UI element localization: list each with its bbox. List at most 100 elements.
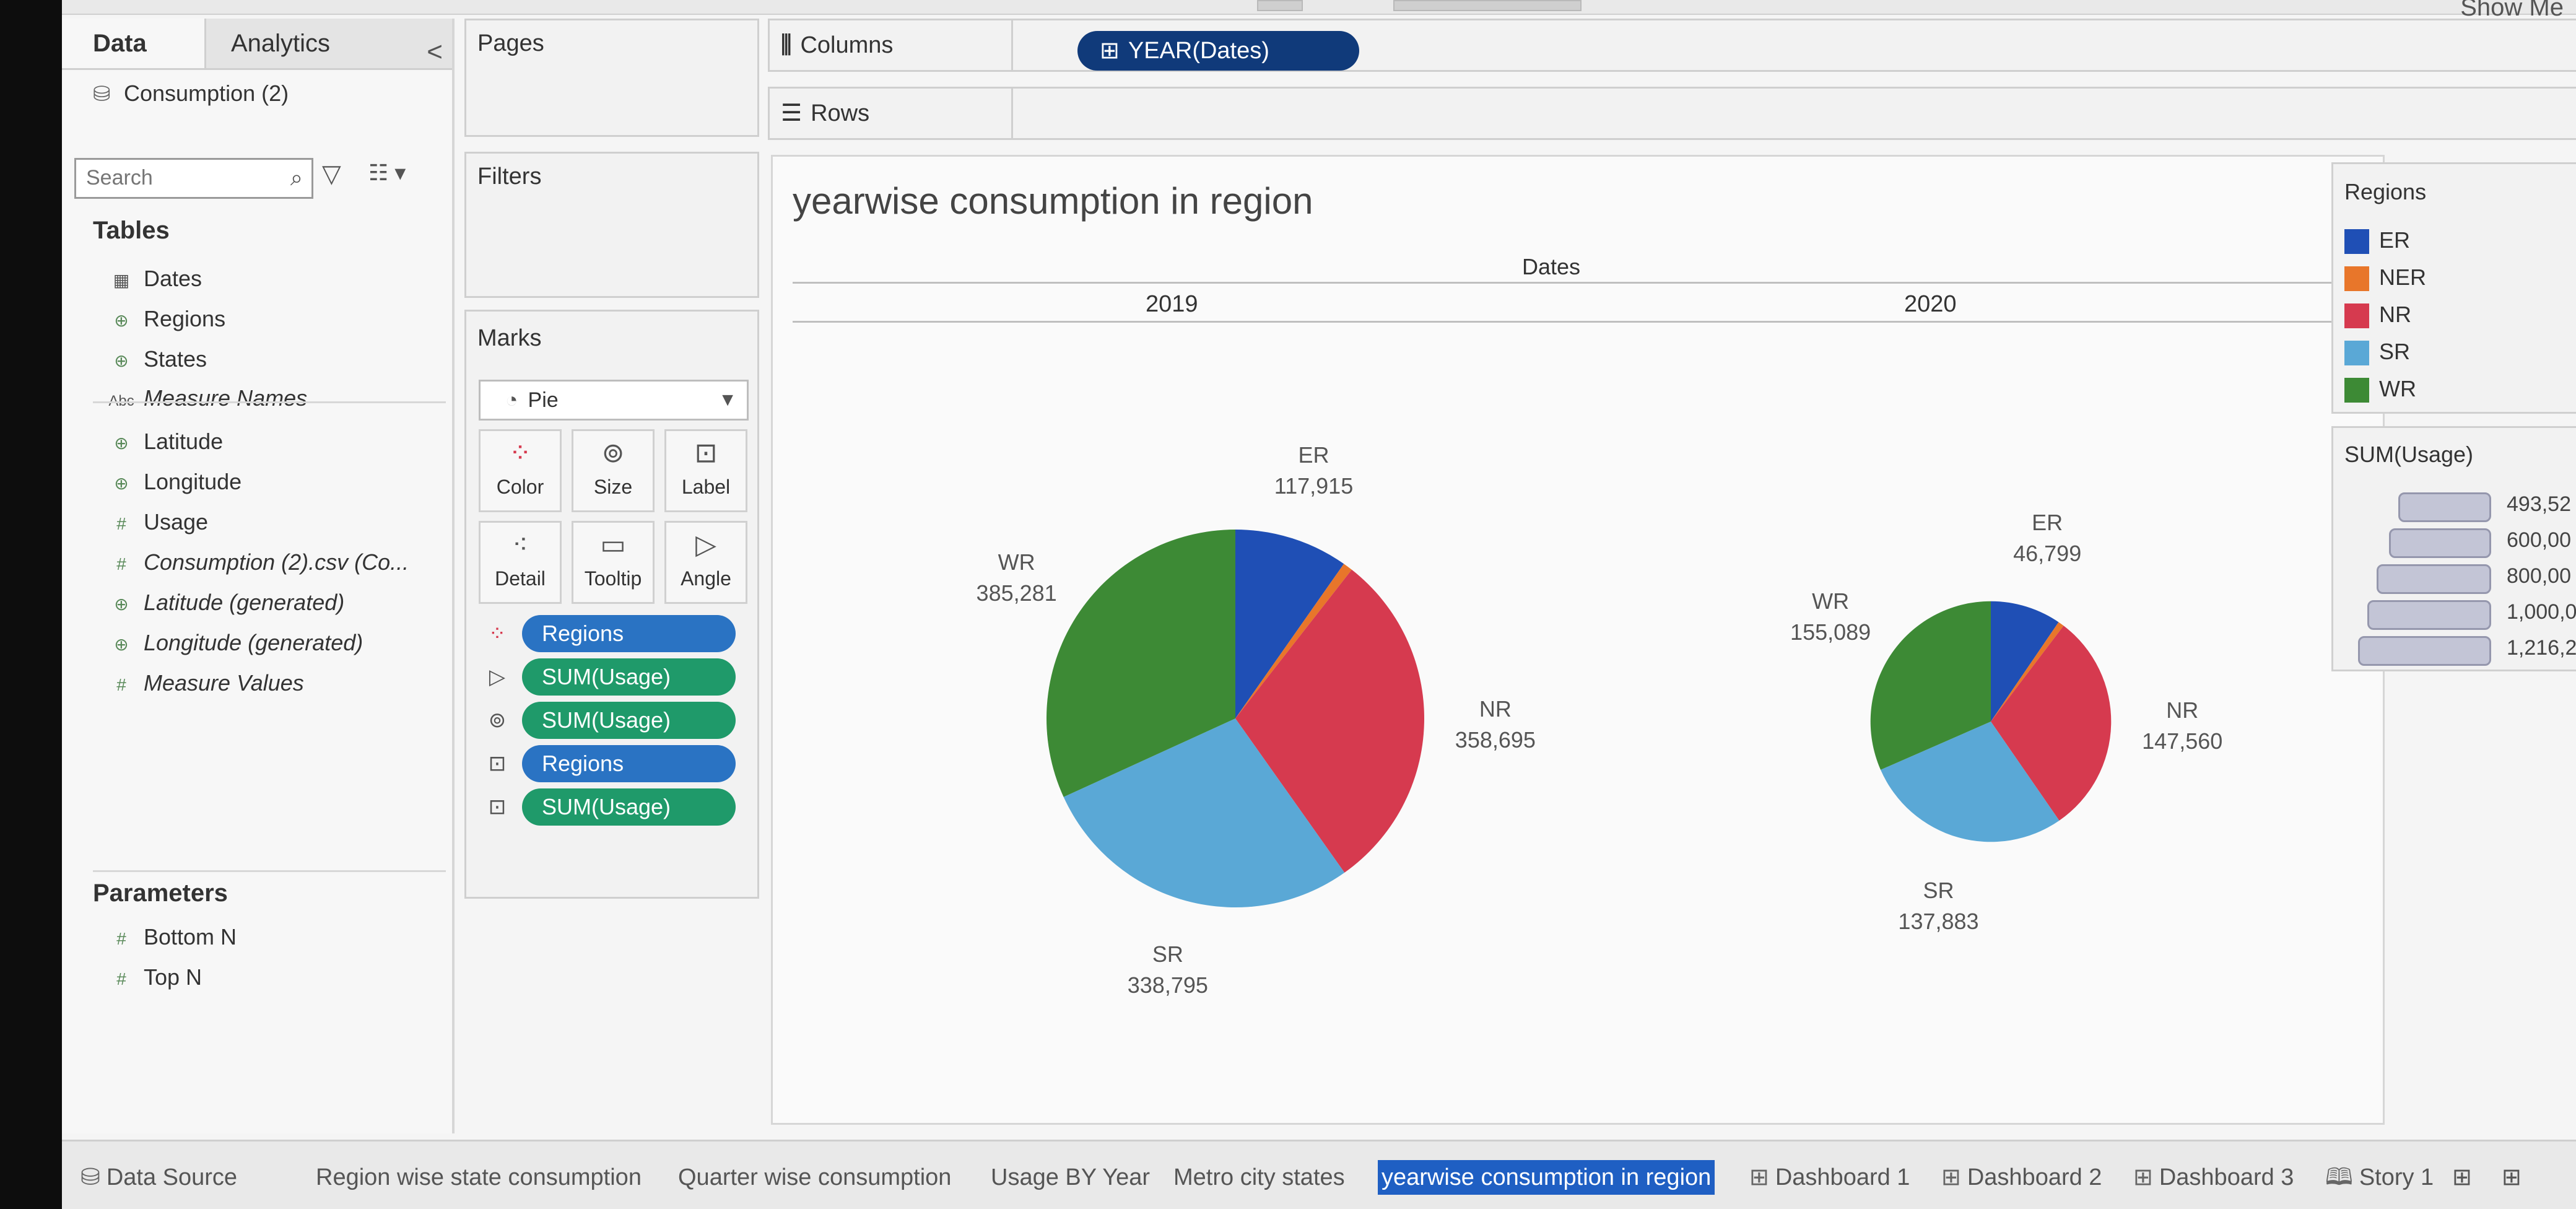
expand-icon: ⊞ xyxy=(1100,38,1120,64)
collapse-pane-icon[interactable]: < xyxy=(427,27,443,77)
field-item[interactable]: ▦ Dates xyxy=(99,261,202,296)
slice-label-2019-sr: SR 338,795 xyxy=(1106,939,1230,1001)
view-options-icon[interactable]: ☷ ▾ xyxy=(368,160,406,186)
slice-label-2020-nr: NR 147,560 xyxy=(2120,695,2244,757)
column-header-dates: Dates xyxy=(1522,254,1581,279)
detail-button-label: Detail xyxy=(495,567,546,590)
size-legend[interactable]: SUM(Usage) 493,52 600,00 800,00 1,000,00 1,2… xyxy=(2331,426,2576,671)
size-legend-item: 600,00 xyxy=(2352,526,2576,561)
legend-item-nr[interactable]: NR xyxy=(2344,297,2411,332)
slice-label-value: 137,883 xyxy=(1898,908,1979,934)
search-box[interactable]: ⌕ xyxy=(74,158,313,199)
shelf-divider xyxy=(1011,20,1013,70)
slice-label-value: 46,799 xyxy=(2013,541,2082,567)
sheet-tab[interactable]: Usage BY Year xyxy=(991,1160,1150,1195)
tab-analytics[interactable]: Analytics < xyxy=(204,19,452,68)
sheet-tab[interactable]: ⊞ Dashboard 1 xyxy=(1749,1160,1910,1195)
hash-icon: # xyxy=(116,929,126,948)
new-worksheet-icon[interactable]: ⊞ xyxy=(2452,1160,2472,1195)
search-icon: ⌕ xyxy=(290,165,303,190)
color-legend[interactable]: Regions ER NER NR SR WR xyxy=(2331,162,2576,414)
field-item[interactable]: AbcMeasure Names xyxy=(99,381,307,416)
field-label: Consumption (2).csv (Co... xyxy=(144,549,409,575)
size-legend-title: SUM(Usage) xyxy=(2344,442,2474,467)
legend-swatch xyxy=(2344,266,2369,292)
slice-label-region: NR xyxy=(2166,697,2199,723)
color-icon: ⁘ xyxy=(488,622,507,645)
toolbar-dropdown[interactable] xyxy=(1393,0,1582,11)
legend-item-er[interactable]: ER xyxy=(2344,223,2410,258)
sheet-tab[interactable]: 🕮 Story 1 xyxy=(2325,1160,2434,1195)
search-input[interactable] xyxy=(76,160,282,196)
size-legend-value: 493,52 xyxy=(2507,492,2571,516)
pages-card[interactable]: Pages xyxy=(464,19,759,137)
columns-icon: ⫼ xyxy=(781,32,792,58)
field-item[interactable]: # Measure Values xyxy=(99,666,304,701)
sheet-tab[interactable]: ⊞ Dashboard 2 xyxy=(1941,1160,2102,1195)
field-item[interactable]: ⊕ Longitude (generated) xyxy=(99,626,363,660)
sheet-tab[interactable]: yearwise consumption in region xyxy=(1378,1160,1715,1195)
header-line xyxy=(793,321,2378,323)
slice-label-value: 338,795 xyxy=(1127,972,1208,998)
legend-label: NER xyxy=(2379,264,2427,290)
field-label: Longitude (generated) xyxy=(144,630,363,655)
size-legend-value: 800,00 xyxy=(2507,564,2571,588)
field-label: Regions xyxy=(144,306,226,331)
slice-label-2019-wr: WR 385,281 xyxy=(955,547,1079,609)
rows-shelf[interactable]: ☰ Rows xyxy=(768,87,2576,140)
sheet-tab[interactable]: ⊞ Dashboard 3 xyxy=(2133,1160,2294,1195)
size-legend-value: 1,216,20 xyxy=(2507,636,2576,660)
dashboard-icon: ⊞ xyxy=(1749,1164,1769,1190)
parameter-item[interactable]: # Top N xyxy=(99,960,202,995)
legend-item-sr[interactable]: SR xyxy=(2344,334,2410,369)
field-item[interactable]: ⊕ Latitude (generated) xyxy=(99,585,344,620)
field-item[interactable]: ⊕ Latitude xyxy=(99,424,223,459)
field-item[interactable]: # Consumption (2).csv (Co... xyxy=(99,545,409,580)
year-dates-pill[interactable]: ⊞ YEAR(Dates) xyxy=(1077,31,1359,71)
new-dashboard-icon[interactable]: ⊞ xyxy=(2502,1160,2522,1195)
sheet-tab-label: yearwise consumption in region xyxy=(1382,1164,1712,1190)
sheet-tab-label: Data Source xyxy=(106,1164,238,1190)
pie-icon: ◔ xyxy=(505,388,518,412)
slice-label-value: 155,089 xyxy=(1790,619,1871,645)
tableau-window: Show Me Data Analytics < ⛁ Consumption (… xyxy=(62,0,2576,1209)
year-header-2019: 2019 xyxy=(1146,291,1198,317)
sheet-tab[interactable]: ⛁ Data Source xyxy=(80,1160,237,1195)
sheet-tab[interactable]: Metro city states xyxy=(1173,1160,1345,1195)
globe-icon: ⊕ xyxy=(114,351,129,370)
size-legend-item: 493,52 xyxy=(2352,490,2576,525)
dashboard-icon: ⊞ xyxy=(2133,1164,2153,1190)
legend-item-ner[interactable]: NER xyxy=(2344,260,2426,295)
rows-shelf-label: ☰ Rows xyxy=(781,89,869,138)
field-label: Dates xyxy=(144,266,202,291)
field-item[interactable]: ⊕ States xyxy=(99,342,207,377)
slice-label-value: 385,281 xyxy=(976,580,1057,606)
sheet-tab-label: Usage BY Year xyxy=(991,1164,1151,1190)
slice-label-region: WR xyxy=(998,549,1035,575)
sheet-tab-label: Story 1 xyxy=(2359,1164,2434,1190)
field-item[interactable]: # Usage xyxy=(99,505,208,539)
detail-button[interactable]: ⁖ Detail xyxy=(479,521,562,604)
sheet-tab[interactable]: Region wise state consumption xyxy=(316,1160,642,1195)
slice-label-value: 358,695 xyxy=(1455,727,1536,753)
toolbar-button[interactable] xyxy=(1257,0,1303,11)
filter-icon[interactable]: ▽ xyxy=(322,160,341,188)
parameter-item[interactable]: # Bottom N xyxy=(99,920,237,954)
field-item[interactable]: ⊕ Regions xyxy=(99,302,225,336)
columns-shelf[interactable]: ⫼ Columns xyxy=(768,19,2576,72)
color-button[interactable]: ⁘ Color xyxy=(479,429,562,512)
datasource-item[interactable]: ⛁ Consumption (2) xyxy=(93,81,289,107)
sheet-tab-label: Quarter wise consumption xyxy=(678,1164,952,1190)
size-legend-item: 1,000,00 xyxy=(2352,598,2576,632)
columns-shelf-label: ⫼ Columns xyxy=(781,20,893,70)
field-item[interactable]: ⊕ Longitude xyxy=(99,465,242,499)
hash-icon: # xyxy=(116,554,126,574)
filters-card[interactable]: Filters xyxy=(464,152,759,298)
slice-label-region: WR xyxy=(1812,588,1850,614)
size-legend-bar xyxy=(2358,636,2491,666)
data-pane: Data Analytics < ⛁ Consumption (2) ⌕ ▽ ☷… xyxy=(62,19,455,1133)
sheet-tab[interactable]: Quarter wise consumption xyxy=(678,1160,951,1195)
tab-data[interactable]: Data xyxy=(93,19,186,68)
legend-item-wr[interactable]: WR xyxy=(2344,372,2416,406)
sheet-tab-bar: ⛁ Data Source Region wise state consumptio… xyxy=(62,1140,2576,1209)
